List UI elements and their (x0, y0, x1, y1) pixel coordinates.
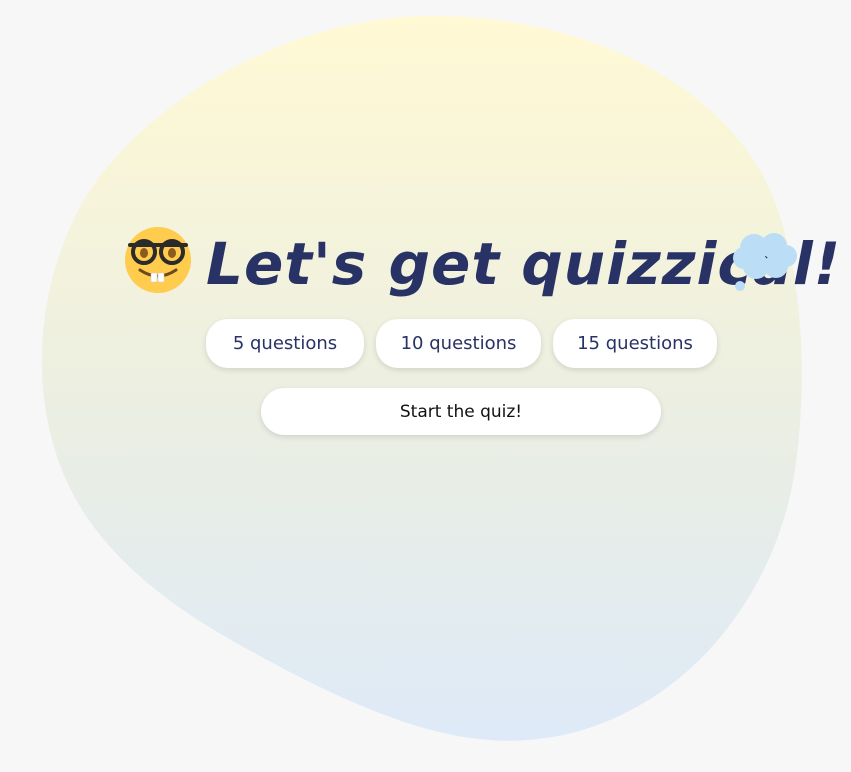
start-quiz-button[interactable]: Start the quiz! (261, 388, 661, 435)
option-5-questions-button[interactable]: 5 questions (206, 319, 364, 368)
option-15-questions-button[interactable]: 15 questions (553, 319, 717, 368)
title-row: Let's get quizzical! (124, 222, 840, 306)
option-10-questions-button[interactable]: 10 questions (376, 319, 541, 368)
quiz-start-screen: Let's get quizzical! 5 questions 10 ques… (0, 0, 851, 767)
nerd-face-icon (125, 227, 191, 293)
thought-balloon-icon (733, 233, 797, 291)
